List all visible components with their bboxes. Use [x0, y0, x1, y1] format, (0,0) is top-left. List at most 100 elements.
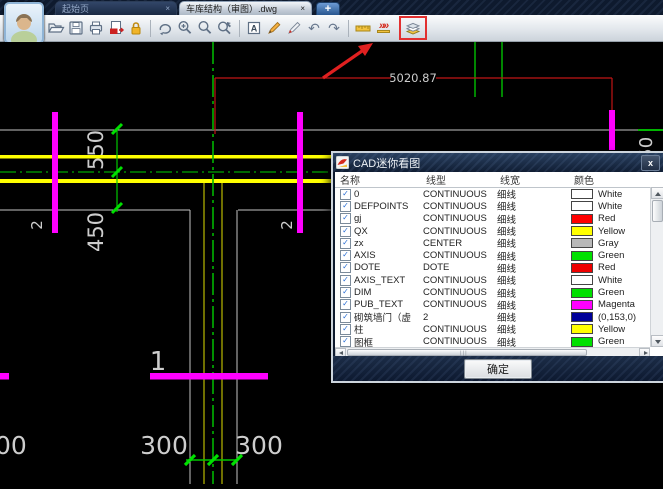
layer-row[interactable]: ✓ QX CONTINUOUS 细线 Yellow [335, 225, 663, 237]
layer-row[interactable]: ✓ DOTE DOTE 细线 Red [335, 262, 663, 274]
zoom-extents-icon [216, 19, 234, 37]
scroll-up-arrow[interactable] [651, 187, 663, 199]
tab-close-icon[interactable]: × [300, 5, 305, 13]
dialog-titlebar[interactable]: CAD迷你看图 x [333, 153, 663, 172]
dim-label-main: 5020.87 [389, 71, 437, 85]
rotate-view-button[interactable] [155, 17, 175, 39]
more-tools-button[interactable]: »» [373, 17, 393, 39]
layer-visibility-checkbox[interactable]: ✓ [340, 201, 351, 212]
column-header-lineweight[interactable]: 线宽 [500, 172, 574, 187]
layer-row[interactable]: ✓ 0 CONTINUOUS 细线 White [335, 188, 663, 200]
pencil-icon [265, 19, 283, 37]
layer-visibility-checkbox[interactable]: ✓ [340, 189, 351, 200]
layer-row[interactable]: ✓ 砌筑墙门（虚 2 细线 (0,153,0) [335, 311, 663, 323]
layer-visibility-checkbox[interactable]: ✓ [340, 250, 351, 261]
undo-button[interactable]: ↶ [304, 17, 324, 39]
layer-visibility-checkbox[interactable]: ✓ [340, 299, 351, 310]
tab-start-page[interactable]: 起始页 × [55, 1, 177, 15]
zoom-in-button[interactable] [175, 17, 195, 39]
layer-row[interactable]: ✓ AXIS_TEXT CONTINUOUS 细线 White [335, 274, 663, 286]
printer-icon [87, 19, 105, 37]
layer-color-swatch [571, 189, 593, 199]
layers-button[interactable] [403, 17, 423, 39]
dialog-close-button[interactable]: x [641, 155, 660, 171]
layer-color-swatch [571, 324, 593, 334]
layer-color-swatch [571, 312, 593, 322]
layer-linetype: CENTER [423, 238, 497, 249]
pdf-icon [107, 19, 125, 37]
layer-table-body: ✓ 0 CONTINUOUS 细线 White ✓ DEFPOINTS CONT… [335, 188, 663, 348]
layer-name: 0 [354, 189, 423, 200]
tab-label: 起始页 [62, 2, 157, 15]
tab-label: 车库结构（审图）.dwg [186, 2, 292, 15]
measure-button[interactable] [353, 17, 373, 39]
tab-drawing-file[interactable]: 车库结构（审图）.dwg × [179, 1, 312, 15]
layer-linetype: CONTINUOUS [423, 299, 497, 310]
layer-name: 图框 [354, 335, 423, 348]
column-header-linetype[interactable]: 线型 [426, 172, 500, 187]
layer-row[interactable]: ✓ PUB_TEXT CONTINUOUS 细线 Magenta [335, 299, 663, 311]
scroll-down-arrow[interactable] [651, 335, 663, 347]
layer-visibility-checkbox[interactable]: ✓ [340, 238, 351, 249]
layer-linetype: CONTINUOUS [423, 287, 497, 298]
zoom-extents-button[interactable] [215, 17, 235, 39]
new-tab-button[interactable]: + [316, 2, 340, 15]
axis-label-2-left: 2 [28, 220, 46, 230]
lock-button[interactable] [126, 17, 146, 39]
layer-visibility-checkbox[interactable]: ✓ [340, 213, 351, 224]
text-annotation-button[interactable]: A [244, 17, 264, 39]
dim-label-550: 550 [84, 130, 108, 170]
print-button[interactable] [86, 17, 106, 39]
layer-visibility-checkbox[interactable]: ✓ [340, 336, 351, 347]
open-folder-icon [47, 19, 65, 37]
zoom-window-icon [196, 19, 214, 37]
layer-color-label: White [598, 201, 622, 212]
layer-row[interactable]: ✓ DIM CONTINUOUS 细线 Green [335, 286, 663, 298]
layer-row[interactable]: ✓ 图框 CONTINUOUS 细线 Green [335, 336, 663, 348]
layer-visibility-checkbox[interactable]: ✓ [340, 324, 351, 335]
toolbar-separator [348, 20, 349, 37]
vertical-scroll-thumb[interactable] [652, 200, 663, 222]
layer-color-label: Gray [598, 238, 619, 249]
user-avatar[interactable] [4, 2, 44, 44]
pencil-button[interactable] [264, 17, 284, 39]
horizontal-scrollbar[interactable]: ||| [335, 347, 650, 356]
column-header-color[interactable]: 颜色 [574, 172, 663, 187]
column-header-name[interactable]: 名称 [335, 172, 426, 187]
open-button[interactable] [46, 17, 66, 39]
dim-label-partial: 00 [0, 431, 27, 460]
horizontal-scroll-thumb[interactable]: ||| [347, 349, 587, 356]
marker-button[interactable] [284, 17, 304, 39]
zoom-in-icon [176, 19, 194, 37]
layer-name: DIM [354, 287, 423, 298]
layer-color-label: Red [598, 262, 615, 273]
layer-name: AXIS [354, 250, 423, 261]
layer-color-label: Magenta [598, 299, 635, 310]
text-annotation-icon: A [245, 19, 263, 37]
layer-row[interactable]: ✓ 柱 CONTINUOUS 细线 Yellow [335, 323, 663, 335]
layer-visibility-checkbox[interactable]: ✓ [340, 226, 351, 237]
layer-color-label: Green [598, 336, 624, 347]
layer-linetype: 2 [423, 312, 497, 323]
export-pdf-button[interactable] [106, 17, 126, 39]
layer-row[interactable]: ✓ DEFPOINTS CONTINUOUS 细线 White [335, 200, 663, 212]
layers-icon [404, 19, 422, 37]
ok-button[interactable]: 确定 [464, 359, 532, 379]
layer-color-swatch [571, 275, 593, 285]
tab-close-icon[interactable]: × [165, 5, 170, 13]
layer-visibility-checkbox[interactable]: ✓ [340, 262, 351, 273]
zoom-window-button[interactable] [195, 17, 215, 39]
layer-visibility-checkbox[interactable]: ✓ [340, 312, 351, 323]
layer-row[interactable]: ✓ AXIS CONTINUOUS 细线 Green [335, 249, 663, 261]
layer-row[interactable]: ✓ zx CENTER 细线 Gray [335, 237, 663, 249]
layer-visibility-checkbox[interactable]: ✓ [340, 275, 351, 286]
vertical-scrollbar[interactable] [650, 187, 663, 347]
redo-button[interactable]: ↷ [324, 17, 344, 39]
layer-visibility-checkbox[interactable]: ✓ [340, 287, 351, 298]
layer-row[interactable]: ✓ gj CONTINUOUS 细线 Red [335, 213, 663, 225]
layer-color-label: Red [598, 213, 615, 224]
save-button[interactable] [66, 17, 86, 39]
person-icon [8, 10, 40, 42]
main-toolbar: A ↶ ↷ »» [0, 15, 663, 42]
layer-color-label: (0,153,0) [598, 312, 636, 323]
